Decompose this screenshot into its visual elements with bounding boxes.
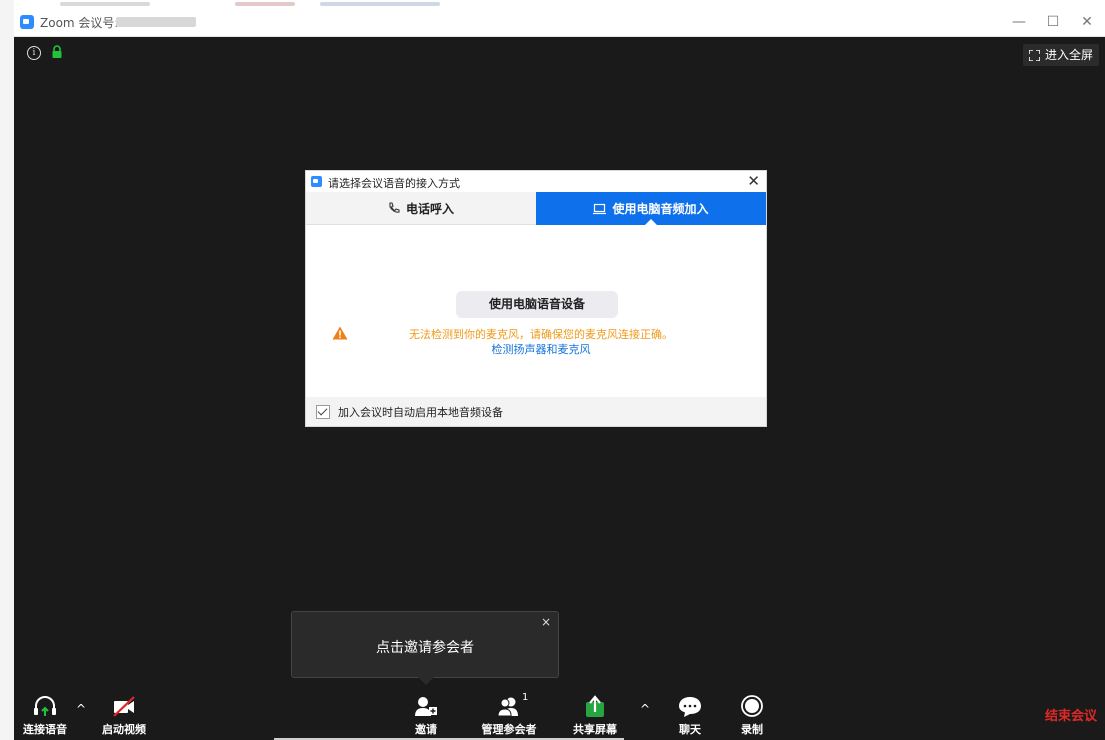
tooltip-close-button[interactable]: × <box>541 615 551 629</box>
chat-icon <box>679 697 701 717</box>
info-icon[interactable]: i <box>27 46 41 60</box>
invite-tooltip: × 点击邀请参会者 <box>291 611 559 685</box>
fullscreen-icon <box>1028 49 1040 61</box>
participants-label: 管理参会者 <box>481 723 537 736</box>
audio-tabs: 电话呼入 使用电脑音频加入 <box>306 192 766 226</box>
dialog-title-bar: 请选择会议语音的接入方式 ✕ <box>306 171 766 192</box>
share-screen-button[interactable]: 共享屏幕 <box>560 690 630 740</box>
invite-button[interactable]: 邀请 <box>391 690 461 740</box>
start-video-label: 启动视频 <box>102 723 146 736</box>
zoom-logo-icon <box>311 176 322 187</box>
meeting-id-redacted <box>116 17 196 27</box>
zoom-logo-icon <box>20 15 34 29</box>
share-options-caret[interactable]: ^ <box>640 702 650 716</box>
video-area: i 进入全屏 请选择会议语音的接入方式 ✕ 电话呼入 使用电脑音频加入 使用电脑… <box>14 37 1105 690</box>
background-blur <box>60 2 150 6</box>
participants-count: 1 <box>522 692 529 703</box>
chat-button[interactable]: 聊天 <box>655 690 725 740</box>
auto-join-label[interactable]: 加入会议时自动启用本地音频设备 <box>338 404 503 420</box>
lock-icon[interactable] <box>50 45 64 59</box>
share-screen-label: 共享屏幕 <box>573 723 617 736</box>
participants-icon <box>497 697 518 717</box>
minimize-button[interactable]: — <box>1003 12 1035 32</box>
share-screen-icon <box>586 695 604 717</box>
dialog-title: 请选择会议语音的接入方式 <box>328 177 460 190</box>
record-icon <box>741 695 763 717</box>
participants-button[interactable]: 1 管理参会者 <box>474 690 544 740</box>
phone-icon <box>389 202 400 213</box>
audio-join-dialog: 请选择会议语音的接入方式 ✕ 电话呼入 使用电脑音频加入 使用电脑语音设备 无法… <box>305 170 767 427</box>
tab-phone-label: 电话呼入 <box>405 201 454 216</box>
tab-phone-call[interactable]: 电话呼入 <box>306 192 536 225</box>
invite-label: 邀请 <box>415 723 437 736</box>
tab-computer-audio[interactable]: 使用电脑音频加入 <box>536 192 766 226</box>
chat-label: 聊天 <box>679 723 701 736</box>
audio-options-caret[interactable]: ^ <box>76 702 86 716</box>
use-computer-audio-button[interactable]: 使用电脑语音设备 <box>456 291 618 318</box>
background-blur <box>320 2 440 6</box>
dialog-footer: 加入会议时自动启用本地音频设备 <box>306 397 766 426</box>
title-bar: Zoom 会议号: — ☐ ✕ <box>14 8 1105 37</box>
tooltip-text: 点击邀请参会者 <box>376 640 474 656</box>
join-audio-label: 连接语音 <box>23 723 67 736</box>
fullscreen-button[interactable]: 进入全屏 <box>1022 44 1099 66</box>
end-meeting-button[interactable]: 结束会议 <box>1045 705 1097 724</box>
start-video-button[interactable]: 启动视频 <box>89 690 159 740</box>
record-label: 录制 <box>741 723 763 736</box>
fullscreen-label: 进入全屏 <box>1044 48 1093 62</box>
window-title: Zoom 会议号: <box>40 16 119 30</box>
microphone-warning: 无法检测到你的麦克风，请确保您的麦克风连接正确。 <box>409 328 673 341</box>
maximize-button[interactable]: ☐ <box>1037 12 1069 32</box>
background-blur <box>235 2 295 6</box>
invite-icon <box>415 697 437 716</box>
meeting-toolbar: 连接语音 ^ 启动视频 邀请 1 管理参会者 共享屏幕 ^ 聊天 录制 结束会议 <box>14 690 1105 740</box>
headphone-icon <box>34 696 56 716</box>
test-speaker-mic-link[interactable]: 检测扬声器和麦克风 <box>396 341 686 357</box>
tab-computer-label: 使用电脑音频加入 <box>612 202 709 216</box>
join-audio-button[interactable]: 连接语音 <box>10 690 80 740</box>
zoom-window: Zoom 会议号: — ☐ ✕ i 进入全屏 请选择会议语音的接入方式 ✕ 电话… <box>14 8 1105 740</box>
warning-icon <box>332 326 348 340</box>
record-button[interactable]: 录制 <box>717 690 787 740</box>
close-button[interactable]: ✕ <box>1071 12 1103 32</box>
auto-join-checkbox[interactable] <box>316 405 330 419</box>
video-off-icon <box>113 696 135 717</box>
dialog-close-button[interactable]: ✕ <box>747 172 760 190</box>
computer-icon <box>593 203 607 214</box>
background-app-strip <box>0 0 14 740</box>
